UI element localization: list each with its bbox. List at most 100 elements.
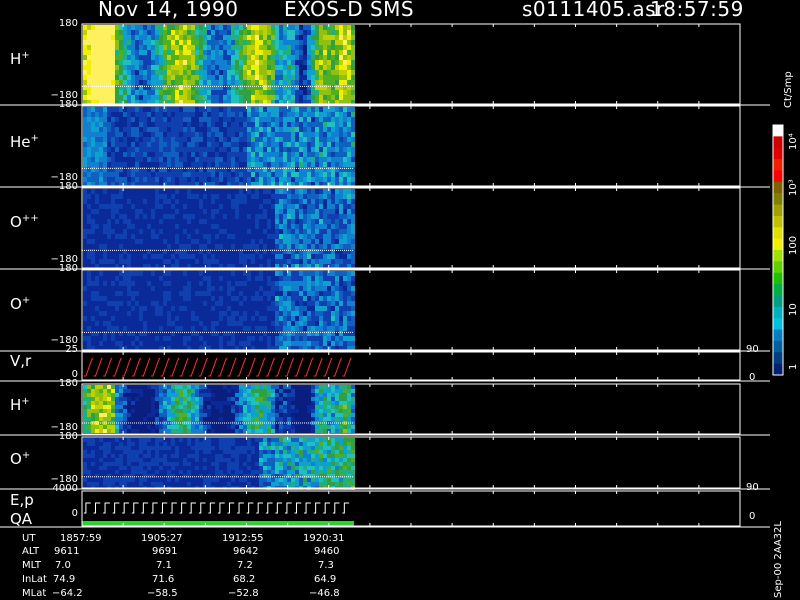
spectrogram-cell [147,276,151,281]
spectrogram-cell [231,70,235,75]
spectrogram-cell [175,35,179,40]
spectrogram-cell [343,95,347,100]
spectrogram-cell [99,162,103,167]
spectrogram-cell [175,311,179,316]
spectrogram-cell [311,276,315,281]
spectrogram-cell [279,234,283,239]
spectrogram-cell [119,417,123,421]
spectrogram-cell [87,405,91,409]
spectrogram-cell [95,397,99,401]
spectrogram-cell [239,50,243,55]
spectrogram-cell [295,60,299,65]
spectrogram-cell [163,417,167,421]
spectrogram-cell [87,189,91,194]
spectrogram-cell [243,172,247,177]
spectrogram-cell [295,189,299,194]
spectrogram-cell [315,271,319,276]
spectrogram-cell [155,75,159,80]
spectrogram-cell [87,429,91,433]
spectrogram-cell [323,219,327,224]
spectrogram-cell [223,276,227,281]
spectrogram-cell [331,271,335,276]
spectrogram-cell [259,229,263,234]
spectrogram-cell [339,259,343,264]
spectrogram-cell [263,194,267,199]
spectrogram-cell [103,194,107,199]
spectrogram-cell [295,276,299,281]
spectrogram-cell [299,244,303,249]
spectrogram-cell [83,326,87,331]
spectrogram-cell [183,405,187,409]
spectrogram-cell [199,55,203,60]
spectrogram-cell [279,239,283,244]
spectrogram-cell [255,167,259,172]
spectrogram-cell [235,281,239,286]
spectrogram-cell [199,107,203,112]
spectrogram-cell [167,259,171,264]
spectrogram-cell [131,291,135,296]
spectrogram-cell [163,219,167,224]
spectrogram-cell [103,306,107,311]
spectrogram-cell [199,224,203,229]
spectrogram-cell [259,85,263,90]
spectrogram-cell [123,162,127,167]
spectrogram-cell [259,224,263,229]
spectrogram-cell [107,85,111,90]
spectrogram-cell [287,122,291,127]
spectrogram-cell [111,311,115,316]
spectrogram-cell [235,276,239,281]
spectrogram-cell [203,194,207,199]
spectrogram-cell [91,95,95,100]
spectrogram-cell [211,35,215,40]
spectrogram-cell [279,244,283,249]
spectrogram-cell [215,199,219,204]
spectrogram-cell [267,65,271,70]
spectrogram-cell [271,306,275,311]
spectrogram-cell [303,301,307,306]
spectrogram-cell [307,204,311,209]
spectrogram-cell [127,199,131,204]
spectrogram-cell [283,291,287,296]
spectrogram-cell [283,45,287,50]
spectrogram-cell [343,112,347,117]
spectrogram-cell [155,296,159,301]
spectrogram-cell [127,286,131,291]
spectrogram-cell [203,405,207,409]
spectrogram-cell [275,301,279,306]
spectrogram-cell [347,286,351,291]
spectrogram-cell [275,122,279,127]
spectrogram-cell [91,40,95,45]
spectrogram-cell [211,147,215,152]
spectrogram-cell [107,259,111,264]
spectrogram-cell [199,152,203,157]
spectrogram-cell [211,281,215,286]
spectrogram-cell [143,112,147,117]
spectrogram-cell [187,172,191,177]
spectrogram-cell [155,405,159,409]
spectrogram-cell [319,45,323,50]
spectrogram-cell [103,254,107,259]
spectrogram-cell [267,122,271,127]
spectrogram-cell [199,209,203,214]
spectrogram-cell [203,35,207,40]
spectrogram-cell [99,137,103,142]
spectrogram-cell [255,306,259,311]
spectrogram-cell [135,199,139,204]
spectrogram-cell [255,35,259,40]
spectrogram-cell [343,209,347,214]
spectrogram-cell [131,35,135,40]
spectrogram-cell [155,122,159,127]
spectrogram-cell [295,147,299,152]
spectrogram-cell [211,425,215,429]
spectrogram-cell [335,132,339,137]
spectrogram-cell [131,397,135,401]
spectrogram-cells-5 [83,385,355,433]
spectrogram-cell [183,167,187,172]
spectrogram-cell [315,122,319,127]
spectrogram-cell [95,336,99,341]
spectrogram-cell [107,331,111,336]
spectrogram-cell [311,286,315,291]
spectrogram-cell [195,291,199,296]
spectrogram-cell [271,276,275,281]
spectrogram-cell [127,254,131,259]
